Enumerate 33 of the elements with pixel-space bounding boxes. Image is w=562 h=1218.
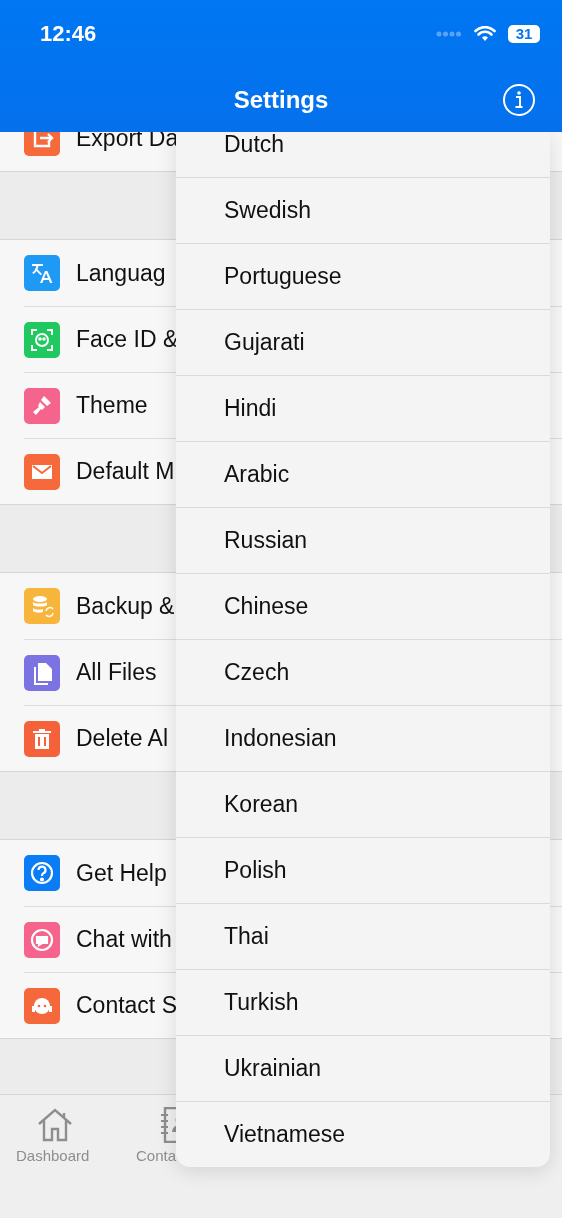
- setting-label[interactable]: Contact S: [76, 992, 177, 1019]
- language-option[interactable]: Chinese: [176, 573, 550, 639]
- setting-label[interactable]: Chat with: [76, 926, 172, 953]
- language-option[interactable]: Dutch: [176, 132, 550, 177]
- language-option[interactable]: Russian: [176, 507, 550, 573]
- language-option[interactable]: Thai: [176, 903, 550, 969]
- setting-label[interactable]: Default M: [76, 458, 175, 485]
- setting-label[interactable]: All Files: [76, 659, 157, 686]
- language-option[interactable]: Hindi: [176, 375, 550, 441]
- language-option[interactable]: Polish: [176, 837, 550, 903]
- info-icon[interactable]: [502, 83, 536, 117]
- language-option[interactable]: Indonesian: [176, 705, 550, 771]
- wifi-icon: [474, 26, 496, 42]
- language-option[interactable]: Korean: [176, 771, 550, 837]
- language-option[interactable]: Arabic: [176, 441, 550, 507]
- language-option[interactable]: Ukrainian: [176, 1035, 550, 1101]
- language-option[interactable]: Portuguese: [176, 243, 550, 309]
- language-option[interactable]: Czech: [176, 639, 550, 705]
- page-title: Settings: [233, 86, 329, 114]
- setting-label[interactable]: Theme: [76, 392, 148, 419]
- language-option[interactable]: Gujarati: [176, 309, 550, 375]
- signal-icon: [436, 31, 462, 37]
- house-icon[interactable]: [36, 1107, 74, 1143]
- setting-label[interactable]: Backup &: [76, 592, 175, 620]
- language-option[interactable]: Swedish: [176, 177, 550, 243]
- setting-label[interactable]: Face ID &: [76, 326, 179, 353]
- language-option[interactable]: Turkish: [176, 969, 550, 1035]
- setting-label[interactable]: Languag: [76, 259, 166, 287]
- status-time: 12:46: [40, 21, 97, 47]
- battery-level: 31: [508, 25, 540, 43]
- language-option[interactable]: Vietnamese: [176, 1101, 550, 1167]
- setting-label[interactable]: Delete Al: [76, 725, 169, 752]
- setting-label[interactable]: Get Help: [76, 859, 167, 887]
